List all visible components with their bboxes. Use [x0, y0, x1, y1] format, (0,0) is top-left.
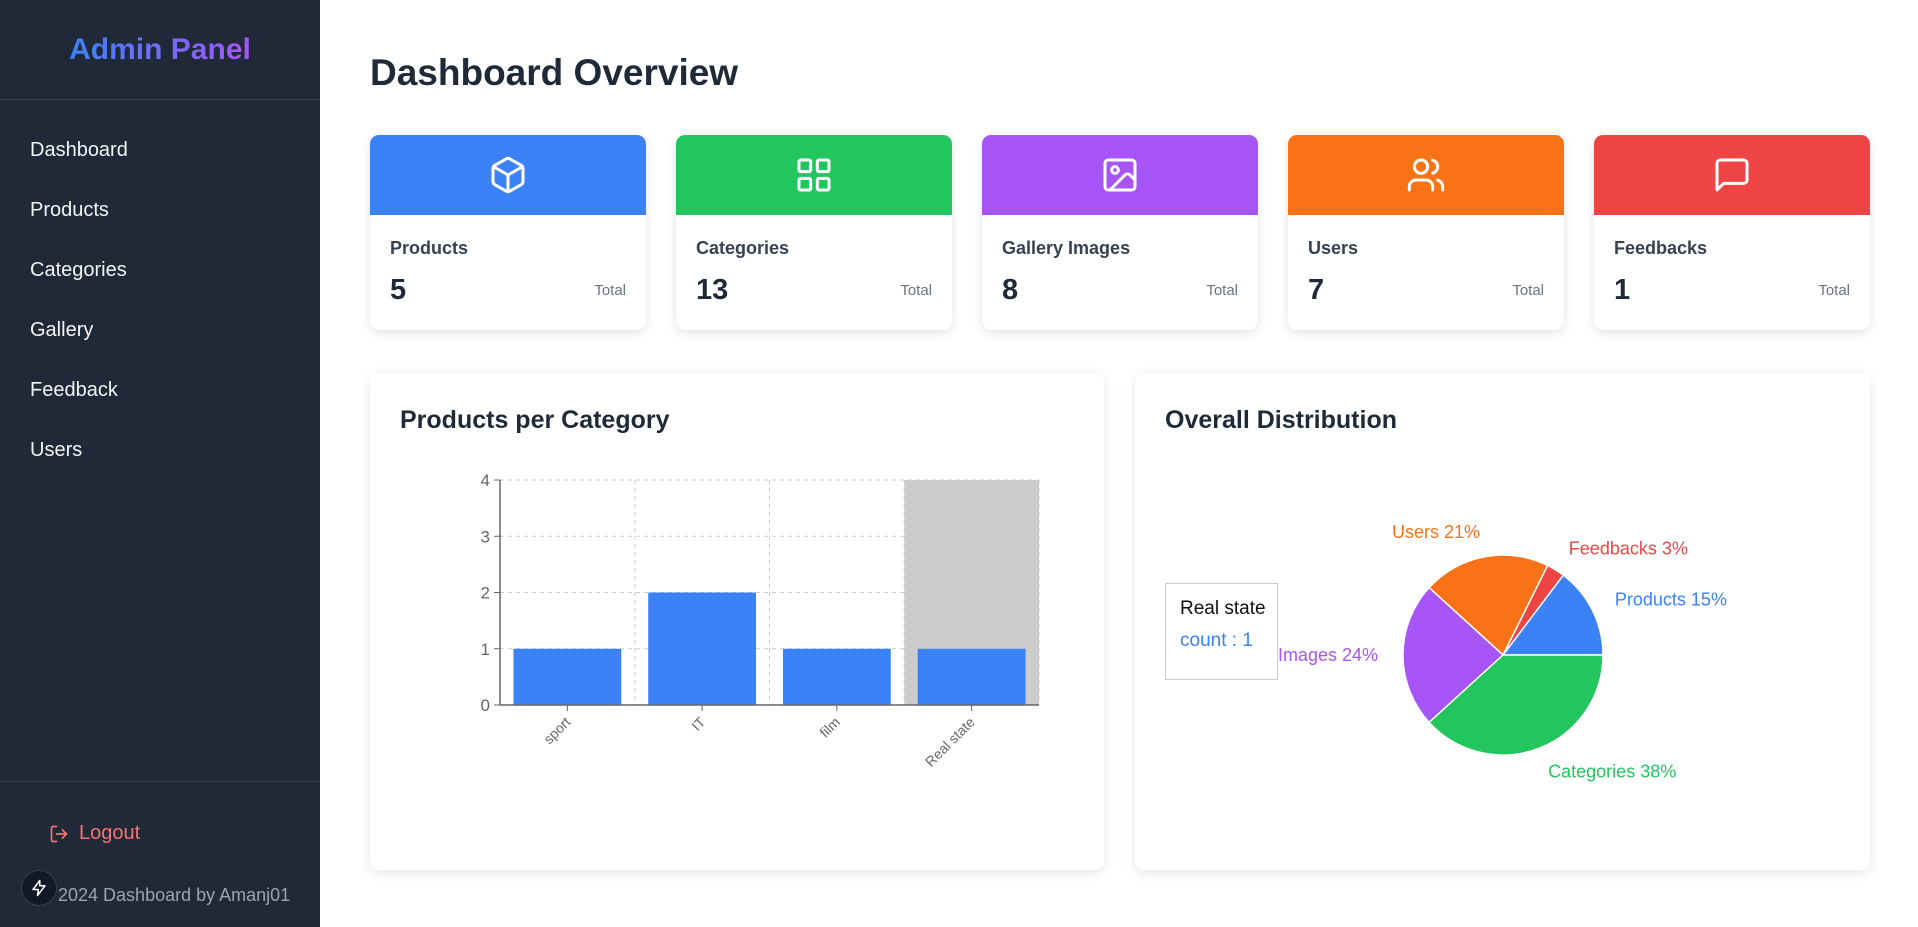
stat-card-gallery-images[interactable]: Gallery Images 8 Total	[982, 135, 1258, 330]
pie-slice-label: Categories 38%	[1548, 762, 1676, 782]
card-label: Products	[390, 238, 469, 258]
dev-tools-button[interactable]	[21, 870, 57, 906]
sidebar: Admin Panel Dashboard Products Categorie…	[0, 0, 320, 927]
footer-credit: 2024 Dashboard by Amanj01	[58, 885, 291, 905]
card-label: Categories	[696, 238, 790, 258]
card-label: Gallery Images	[1002, 238, 1131, 258]
box-icon	[491, 156, 525, 194]
bar	[513, 648, 622, 705]
card-total-label: Total	[594, 282, 626, 299]
card-header	[982, 135, 1258, 215]
logout-button[interactable]: Logout	[49, 822, 140, 845]
sidebar-item-products[interactable]: Products	[0, 180, 320, 240]
x-tick-label: sport	[540, 714, 573, 747]
x-tick-label: Real state	[922, 714, 978, 770]
pie-slice-label: Users 21%	[1392, 522, 1480, 542]
card-header	[1594, 135, 1870, 215]
sidebar-item-feedback[interactable]: Feedback	[0, 360, 320, 420]
pie-slice-label: Feedbacks 3%	[1569, 539, 1688, 559]
y-tick-label: 2	[481, 584, 490, 603]
tooltip-value: count : 1	[1180, 630, 1253, 651]
sidebar-bottom: Logout 2024 Dashboard by Amanj01	[0, 781, 320, 927]
y-tick-label: 1	[481, 640, 490, 659]
stat-card-feedbacks[interactable]: Feedbacks 1 Total	[1594, 135, 1870, 330]
card-total-label: Total	[900, 282, 932, 299]
sidebar-item-dashboard[interactable]: Dashboard	[0, 120, 320, 180]
bar	[648, 592, 757, 705]
image-icon	[1103, 158, 1137, 192]
card-value: 5	[390, 274, 407, 306]
card-value: 8	[1002, 274, 1019, 306]
brand: Admin Panel	[0, 0, 320, 100]
card-header	[370, 135, 646, 215]
x-tick-label: IT	[688, 713, 708, 733]
card-total-label: Total	[1512, 282, 1544, 299]
y-tick-label: 4	[481, 471, 490, 490]
brand-title[interactable]: Admin Panel	[69, 33, 251, 67]
sidebar-item-users[interactable]: Users	[0, 420, 320, 480]
grid-icon	[797, 158, 831, 192]
logout-icon	[50, 825, 68, 842]
y-tick-label: 0	[481, 696, 490, 715]
page-title: Dashboard Overview	[370, 52, 739, 93]
tooltip-title: Real state	[1180, 598, 1266, 619]
card-label: Feedbacks	[1614, 238, 1708, 258]
card-value: 13	[696, 274, 729, 306]
card-value: 1	[1614, 274, 1631, 306]
message-icon	[1715, 158, 1749, 192]
sidebar-nav: Dashboard Products Categories Gallery Fe…	[0, 100, 320, 480]
y-tick-label: 3	[481, 527, 490, 546]
sidebar-item-categories[interactable]: Categories	[0, 240, 320, 300]
bar	[917, 648, 1026, 705]
x-tick-label: film	[816, 714, 843, 741]
card-header	[1288, 135, 1564, 215]
sidebar-item-gallery[interactable]: Gallery	[0, 300, 320, 360]
card-label: Users	[1308, 238, 1359, 258]
bar	[782, 648, 891, 705]
stat-card-categories[interactable]: Categories 13 Total	[676, 135, 952, 330]
stat-card-users[interactable]: Users 7 Total	[1288, 135, 1564, 330]
logout-label: Logout	[79, 822, 141, 844]
pie-slice-label: Products 15%	[1615, 589, 1727, 609]
card-value: 7	[1308, 274, 1325, 306]
users-icon	[1407, 158, 1445, 192]
main-content: Dashboard Overview Products 5 Total Cate…	[320, 0, 1918, 927]
stat-card-products[interactable]: Products 5 Total	[370, 135, 646, 330]
bolt-icon	[32, 879, 46, 897]
bar-chart[interactable]: 0 1 2 3 4 sport IT film Real state	[370, 373, 1104, 870]
chart-tooltip: Real state count : 1	[1165, 583, 1278, 680]
card-total-label: Total	[1206, 282, 1238, 299]
bar-chart-panel: Products per Category 0 1 2 3 4 sport IT film Re…	[370, 373, 1104, 870]
card-header	[676, 135, 952, 215]
card-total-label: Total	[1818, 282, 1850, 299]
